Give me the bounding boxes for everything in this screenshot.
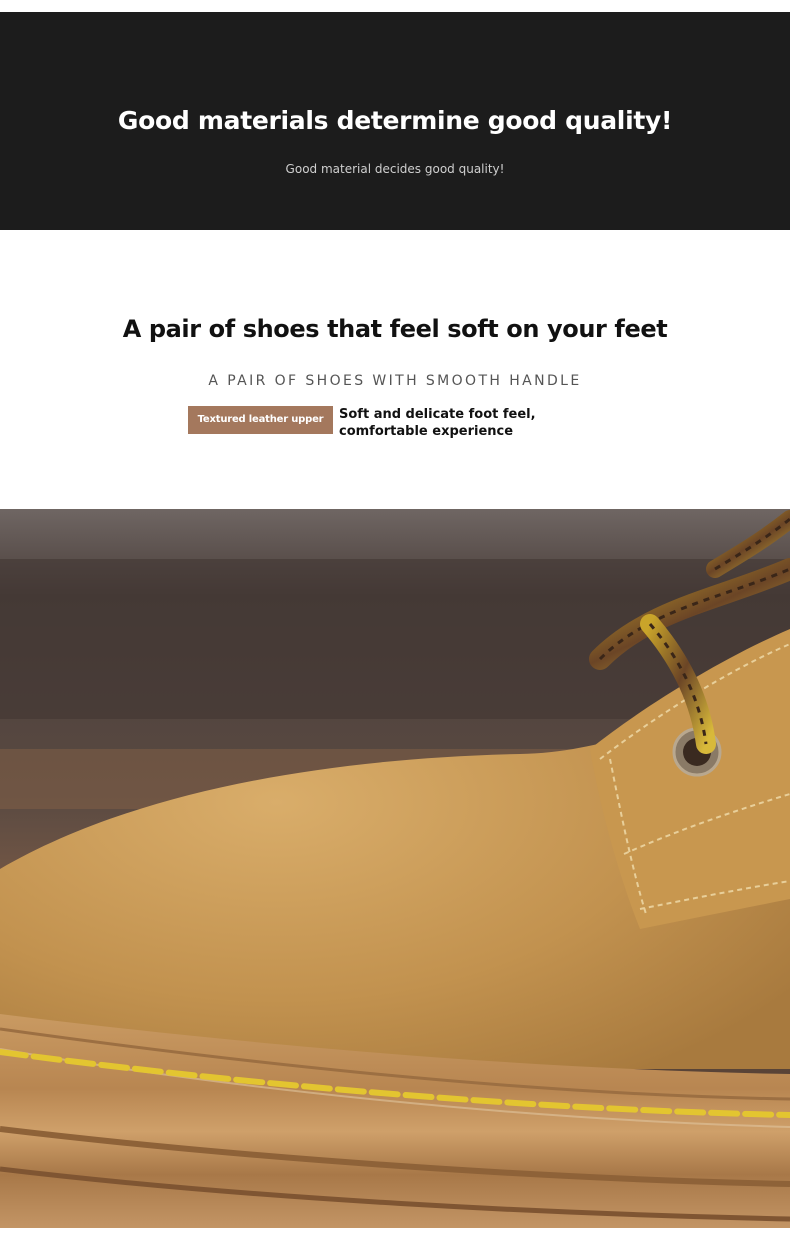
- section-subtitle: A PAIR OF SHOES WITH SMOOTH HANDLE: [208, 373, 582, 389]
- quality-banner: Good materials determine good quality! G…: [0, 12, 790, 230]
- feature-description-line1: Soft and delicate foot feel,: [339, 407, 536, 422]
- section-title: A pair of shoes that feel soft on your f…: [122, 315, 668, 343]
- feature-tag: Textured leather upper: [188, 406, 333, 434]
- boot-closeup-photo: [0, 509, 790, 1228]
- banner-subtitle: Good material decides good quality!: [285, 162, 505, 176]
- boot-closeup-illustration: [0, 509, 790, 1228]
- banner-title: Good materials determine good quality!: [117, 106, 673, 135]
- feature-description: Soft and delicate foot feel, comfortable…: [339, 406, 599, 440]
- feature-description-line2: comfortable experience: [339, 424, 514, 439]
- product-detail-page: Good materials determine good quality! G…: [0, 0, 790, 1256]
